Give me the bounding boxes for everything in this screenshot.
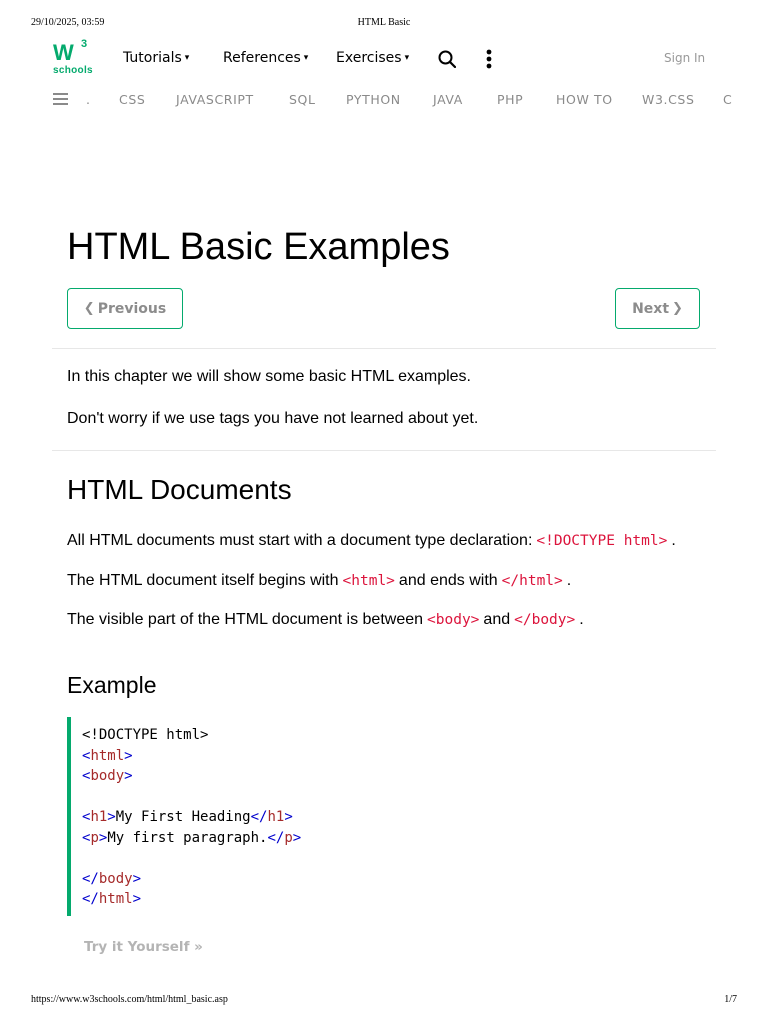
exercises-menu[interactable]: Exercises ▾ <box>336 50 409 66</box>
code-line: </html> <box>82 889 301 910</box>
w3schools-logo[interactable]: W 3 schools <box>52 38 94 76</box>
logo-text: schools <box>53 65 93 76</box>
topic-nav-item-php[interactable]: PHP <box>497 92 523 107</box>
intro-paragraph-1: In this chapter we will show some basic … <box>67 368 471 385</box>
chevron-left-icon: ❮ <box>83 301 95 316</box>
code-bracket: > <box>292 829 302 846</box>
section-title: HTML Documents <box>67 474 292 505</box>
body-open-code: <body> <box>427 612 480 628</box>
print-title: HTML Basic <box>357 17 411 28</box>
code-tag-name: h1 <box>267 809 285 825</box>
tutorials-menu[interactable]: Tutorials ▾ <box>123 50 189 66</box>
references-menu[interactable]: References ▾ <box>223 50 308 66</box>
tutorials-label: Tutorials <box>123 50 182 66</box>
body-tags-text-1: The visible part of the HTML document is… <box>67 611 424 628</box>
code-tag-name: html <box>98 891 133 907</box>
doctype-paragraph: All HTML documents must start with a doc… <box>67 532 676 550</box>
code-line: <h1>My First Heading</h1> <box>82 807 301 828</box>
code-tag-name: p <box>90 829 99 846</box>
next-button[interactable]: Next ❯ <box>615 288 700 329</box>
code-bracket: </ <box>250 809 268 825</box>
code-tag-name: html <box>90 747 125 764</box>
doctype-code: <!DOCTYPE html> <box>536 533 668 549</box>
caret-down-icon: ▾ <box>404 53 410 63</box>
doctype-text: All HTML documents must start with a doc… <box>67 532 533 549</box>
html-close-code: </html> <box>501 573 563 589</box>
html-tags-text-1: The HTML document itself begins with <box>67 572 339 589</box>
topic-nav-item-c[interactable]: C <box>723 92 732 107</box>
previous-button[interactable]: ❮ Previous <box>67 288 183 329</box>
sign-in-link[interactable]: Sign In <box>664 51 705 65</box>
next-label: Next <box>632 300 670 317</box>
divider <box>52 348 716 349</box>
topic-nav-item-howto[interactable]: HOW TO <box>556 92 613 107</box>
exercises-label: Exercises <box>336 50 402 66</box>
body-tags-paragraph: The visible part of the HTML document is… <box>67 611 584 629</box>
page-title: HTML Basic Examples <box>67 226 450 268</box>
code-tag-name: h1 <box>90 809 108 825</box>
code-tag-name: body <box>98 870 133 887</box>
logo-mark: W <box>53 40 74 65</box>
html-tags-text-2: and ends with <box>398 572 498 589</box>
code-line: </body> <box>82 869 301 890</box>
logo-superscript: 3 <box>81 38 88 50</box>
code-text: My First Heading <box>115 809 251 825</box>
code-line: <html> <box>82 746 301 767</box>
code-bracket: > <box>132 870 142 887</box>
example-code: <!DOCTYPE html> <html> <body> <h1>My First … <box>82 725 301 910</box>
code-line: <p>My first paragraph.</p> <box>82 828 301 849</box>
topic-nav-item-python[interactable]: PYTHON <box>346 92 401 107</box>
html-tags-paragraph: The HTML document itself begins with <htm… <box>67 572 571 590</box>
code-text: My first paragraph. <box>107 829 268 846</box>
doctype-period: . <box>671 532 676 549</box>
body-close-code: </body> <box>514 612 576 628</box>
example-title: Example <box>67 672 157 698</box>
code-doctype: <!DOCTYPE html> <box>82 727 209 743</box>
topic-nav-item-javascript[interactable]: JAVASCRIPT <box>176 92 254 107</box>
topic-nav: . CSS JAVASCRIPT SQL PYTHON JAVA PHP HOW… <box>0 90 768 110</box>
code-bracket: > <box>124 768 133 784</box>
topic-nav-item[interactable]: . <box>86 92 91 107</box>
code-bracket: </ <box>82 891 99 907</box>
code-bracket: > <box>284 809 293 825</box>
code-bracket: </ <box>267 829 285 846</box>
topic-nav-item-w3css[interactable]: W3.CSS <box>642 92 694 107</box>
try-it-yourself-button[interactable]: Try it Yourself » <box>84 939 203 955</box>
caret-down-icon: ▾ <box>184 53 190 63</box>
code-bracket: > <box>124 747 133 764</box>
topic-nav-item-css[interactable]: CSS <box>119 92 145 107</box>
references-label: References <box>223 50 301 66</box>
intro-paragraph-2: Don't worry if we use tags you have not … <box>67 410 479 427</box>
print-url: https://www.w3schools.com/html/html_basi… <box>31 994 228 1005</box>
html-tags-period: . <box>566 572 572 589</box>
topic-nav-item-java[interactable]: JAVA <box>433 92 463 107</box>
caret-down-icon: ▾ <box>303 53 309 63</box>
search-icon[interactable] <box>438 50 456 68</box>
more-vertical-icon[interactable] <box>485 49 493 69</box>
code-line: <body> <box>82 766 301 787</box>
hamburger-menu-icon[interactable] <box>53 93 68 105</box>
topic-nav-item-sql[interactable]: SQL <box>289 92 316 107</box>
divider <box>52 450 716 451</box>
body-tags-text-2: and <box>483 611 511 628</box>
previous-label: Previous <box>97 300 167 317</box>
code-tag-name: p <box>284 829 293 846</box>
chevron-right-icon: ❯ <box>672 301 683 316</box>
code-bracket: > <box>107 809 116 825</box>
code-line: <!DOCTYPE html> <box>82 725 301 746</box>
print-page-number: 1/7 <box>724 994 737 1005</box>
code-tag-name: body <box>90 768 125 784</box>
code-bracket: > <box>132 891 142 907</box>
html-open-code: <html> <box>342 573 395 589</box>
body-tags-period: . <box>579 611 584 628</box>
code-bracket: </ <box>82 870 99 887</box>
